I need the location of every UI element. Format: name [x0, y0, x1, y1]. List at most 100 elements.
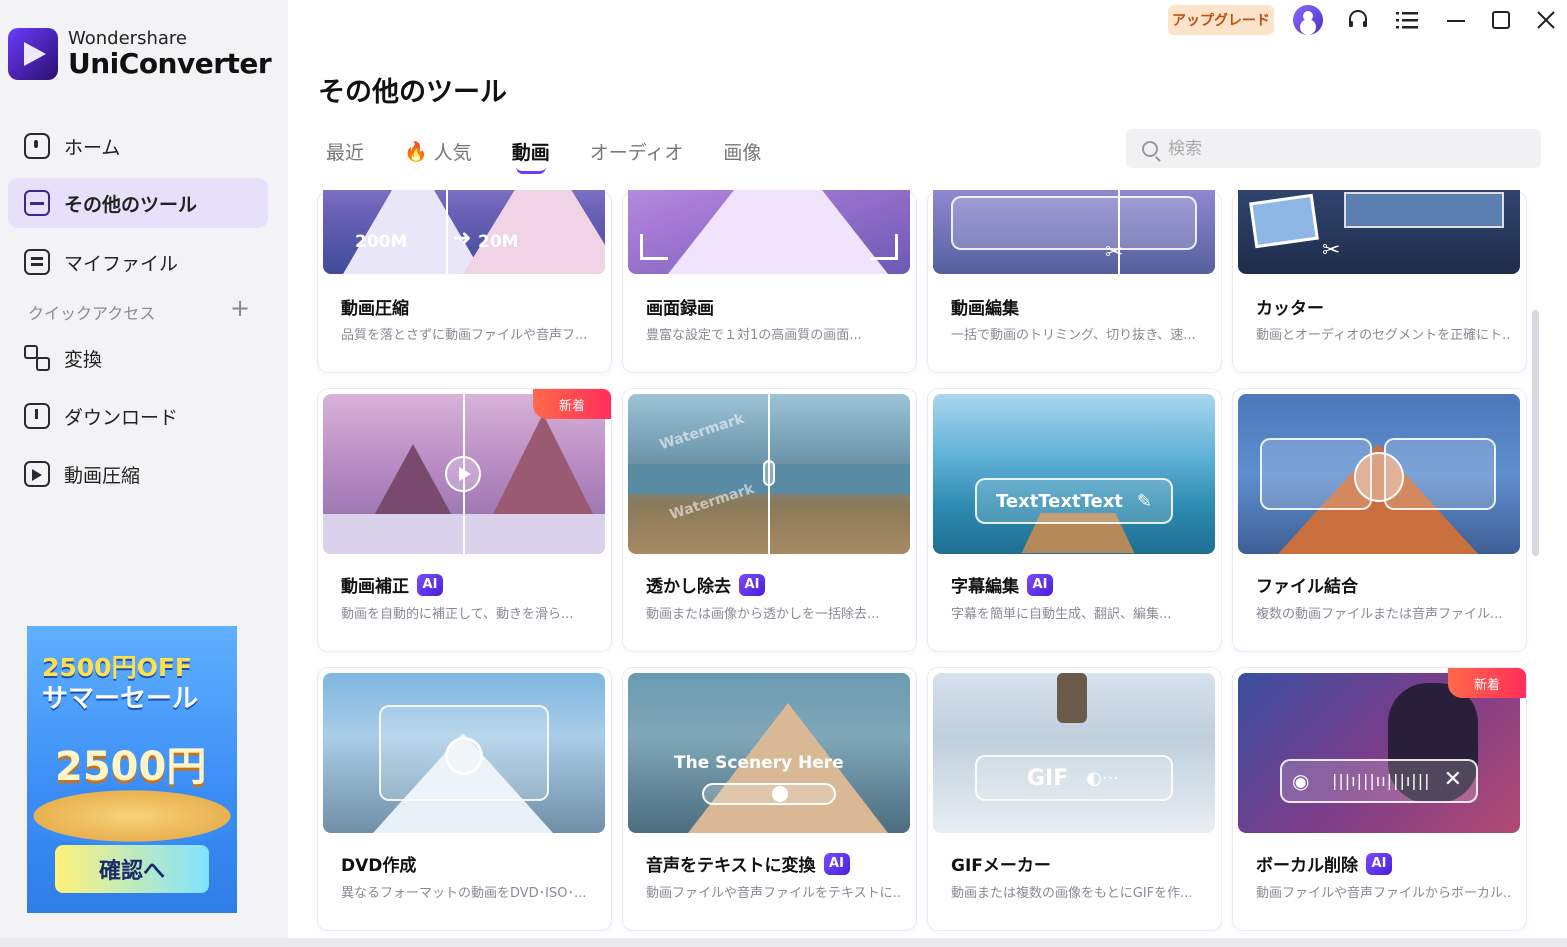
tool-description: 異なるフォーマットの動画をDVD･ISO･... [341, 886, 587, 901]
quick-access-add-icon[interactable]: + [230, 296, 250, 320]
sidebar: Wondershare UniConverter ホーム その他のツール マイフ… [0, 0, 288, 947]
menu-list-icon[interactable] [1392, 6, 1422, 34]
avatar-icon[interactable] [1293, 5, 1323, 35]
tab-video[interactable]: 動画 [511, 134, 550, 174]
convert-icon [24, 345, 50, 371]
tool-title: 音声をテキストに変換 AI [646, 851, 850, 876]
tool-card-dvd-create[interactable]: DVD作成 異なるフォーマットの動画をDVD･ISO･... [318, 668, 611, 930]
tool-description: 動画または画像から透かしを一括除去... [646, 607, 880, 622]
search-input[interactable] [1168, 138, 1528, 159]
close-icon[interactable] [1531, 6, 1561, 34]
sidebar-item-label: ダウンロード [64, 406, 179, 429]
tool-card-video-enhance[interactable]: 新着 動画補正 AI 動画を自動的に補正して、動きを滑ら... [318, 389, 611, 651]
tool-thumbnail: Watermark Watermark [628, 394, 910, 554]
new-badge: 新着 [1448, 668, 1526, 698]
app-logo: Wondershare UniConverter [8, 28, 272, 80]
tool-thumbnail: TextTextText ✎ [933, 394, 1215, 554]
scissors-icon: ✂ [1105, 240, 1124, 265]
tool-card-file-merge[interactable]: ファイル結合 複数の動画ファイルまたは音声ファイル... [1233, 389, 1526, 651]
sidebar-item-home[interactable]: ホーム [8, 121, 268, 171]
tool-description: 字幕を簡単に自動生成、翻訳、編集... [951, 607, 1172, 622]
sidebar-item-label: 動画圧縮 [64, 464, 141, 487]
merge-icon [1354, 452, 1404, 502]
tool-card-speech-to-text[interactable]: The Scenery Here 音声をテキストに変換 AI 動画ファイルや音声フ… [623, 668, 916, 930]
record-frame-corner-icon [640, 234, 668, 260]
tab-label: 動画 [511, 141, 550, 164]
tab-audio[interactable]: オーディオ [590, 134, 684, 168]
tool-thumbnail: The Scenery Here [628, 673, 910, 833]
loading-icon: ◐··· [1086, 767, 1120, 789]
tab-popular[interactable]: 🔥 人気 [404, 134, 472, 168]
promo-sale: サマーセール [42, 684, 199, 714]
promo-amount: 2500円 [55, 744, 207, 790]
tab-label: 人気 [433, 141, 472, 164]
tool-card-cutter[interactable]: ✂ カッター 動画とオーディオのセグメントを正確にト... [1233, 190, 1526, 372]
sidebar-item-my-files[interactable]: マイファイル [8, 237, 268, 287]
tool-title: 字幕編集 AI [951, 572, 1053, 597]
scissors-icon: ✂ [1322, 238, 1341, 263]
watermark-text: Watermark [657, 410, 747, 454]
home-icon [24, 133, 50, 159]
tool-title: 動画圧縮 [341, 299, 409, 319]
tool-description: 複数の動画ファイルまたは音声ファイル... [1256, 607, 1503, 622]
tool-card-vocal-remove[interactable]: ◉ |||ı|||ıı|||ı||| ✕ 新着 ボーカル削除 AI 動画ファイルや… [1233, 668, 1526, 930]
tool-description: 品質を落とさずに動画ファイルや音声フ... [341, 328, 588, 343]
sidebar-item-convert[interactable]: 変換 [8, 333, 268, 383]
toolbox-icon [24, 190, 50, 216]
tool-title: 画面録画 [646, 299, 714, 319]
scrollbar[interactable] [1532, 310, 1539, 556]
minimize-icon[interactable] [1441, 6, 1471, 34]
tool-thumbnail: ✂ [933, 190, 1215, 274]
timeline-strip [951, 196, 1197, 250]
sidebar-item-compress[interactable]: 動画圧縮 [8, 449, 268, 499]
product-name: UniConverter [68, 47, 272, 80]
tab-label: 画像 [723, 141, 762, 164]
tool-card-watermark-remove[interactable]: Watermark Watermark 透かし除去 AI 動画または画像から透かし… [623, 389, 916, 651]
gif-label: GIF [1027, 765, 1069, 791]
pencil-icon: ✎ [1136, 490, 1153, 512]
tab-label: 最近 [326, 141, 365, 164]
maximize-icon[interactable] [1486, 6, 1516, 34]
tool-card-subtitle-edit[interactable]: TextTextText ✎ 字幕編集 AI 字幕を簡単に自動生成、翻訳、編集..… [928, 389, 1221, 651]
tool-description: 動画を自動的に補正して、動きを滑ら... [341, 607, 574, 622]
promo-confirm-button[interactable]: 確認へ [55, 845, 209, 893]
tool-title: GIFメーカー [951, 856, 1051, 876]
tool-card-gif-maker[interactable]: GIF ◐··· GIFメーカー 動画または複数の画像をもとにGIFを作... [928, 668, 1221, 930]
sidebar-item-label: マイファイル [64, 252, 179, 275]
disc-icon [445, 737, 483, 775]
tool-title: 透かし除去 AI [646, 572, 765, 597]
ai-badge: AI [739, 573, 765, 596]
download-icon [24, 403, 50, 429]
tool-thumbnail: GIF ◐··· [933, 673, 1215, 833]
tool-title: 動画編集 [951, 299, 1019, 319]
tool-card-video-compress[interactable]: 200M ➜ 20M 動画圧縮 品質を落とさずに動画ファイルや音声フ... [318, 190, 611, 372]
promo-banner[interactable]: 2500円OFF サマーセール 2500円 確認へ [27, 626, 237, 913]
tool-thumbnail [1238, 394, 1520, 554]
upgrade-button[interactable]: アップグレード [1168, 5, 1274, 35]
sidebar-item-download[interactable]: ダウンロード [8, 391, 268, 441]
tool-title: カッター [1256, 299, 1324, 319]
tab-label: オーディオ [589, 141, 684, 164]
tool-description: 動画とオーディオのセグメントを正確にト... [1256, 328, 1511, 343]
tool-thumbnail: 200M ➜ 20M [323, 190, 605, 274]
compare-slider-handle [763, 460, 775, 486]
island-illustration [27, 786, 237, 846]
record-frame-corner-icon [870, 234, 898, 260]
clip-strip [1344, 192, 1504, 228]
tool-description: 一括で動画のトリミング、切り抜き、速... [951, 328, 1196, 343]
remove-x-icon: ✕ [1443, 767, 1462, 792]
vocal-icon: ◉ [1292, 769, 1310, 793]
tool-card-screen-record[interactable]: 画面録画 豊富な設定で１対1の高画質の画面... [623, 190, 916, 372]
hiker-illustration [1057, 673, 1087, 723]
tool-card-video-edit[interactable]: ✂ 動画編集 一括で動画のトリミング、切り抜き、速... [928, 190, 1221, 372]
headset-icon[interactable] [1343, 6, 1373, 34]
original-size-label: 200M [355, 232, 408, 252]
compressed-size-label: 20M [478, 232, 519, 252]
tab-image[interactable]: 画像 [723, 134, 761, 168]
tool-description: 豊富な設定で１対1の高画質の画面... [646, 328, 862, 343]
tool-title: DVD作成 [341, 856, 417, 876]
tab-recent[interactable]: 最近 [326, 134, 364, 168]
sidebar-item-other-tools[interactable]: その他のツール [8, 178, 268, 228]
tool-description: 動画ファイルや音声ファイルをテキストに... [646, 886, 901, 901]
tool-thumbnail [628, 190, 910, 274]
